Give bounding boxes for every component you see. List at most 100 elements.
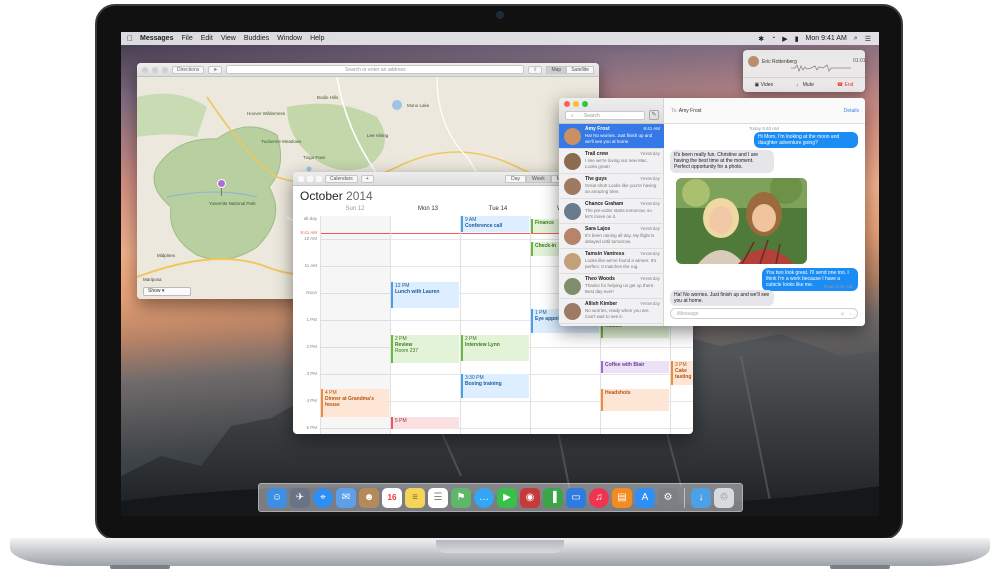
volume-icon[interactable]: ▶: [782, 35, 787, 43]
menu-buddies[interactable]: Buddies: [244, 35, 269, 42]
contacts-icon[interactable]: ☻: [359, 487, 379, 508]
event-title: Headshots: [605, 390, 631, 396]
conversation-name: Sara Lajos: [585, 226, 611, 232]
view-week[interactable]: Week: [526, 174, 551, 183]
audio-waveform: [791, 64, 851, 72]
location-arrow-icon[interactable]: ➤: [208, 65, 223, 74]
emoji-icon[interactable]: ☺: [840, 309, 845, 319]
zoom-icon[interactable]: [316, 175, 322, 182]
apple-menu-icon[interactable]: : [127, 34, 133, 43]
maps-icon[interactable]: ⚑: [451, 487, 471, 508]
end-call-button[interactable]: ☎ End: [837, 82, 854, 88]
minimize-icon[interactable]: [152, 66, 158, 73]
facetime-icon[interactable]: ▶: [497, 487, 517, 508]
close-icon[interactable]: [564, 101, 570, 107]
minimize-icon[interactable]: [307, 175, 313, 182]
itunes-icon[interactable]: ♫: [589, 487, 609, 508]
notes-icon[interactable]: ≡: [405, 487, 425, 508]
calendar-icon[interactable]: 16: [382, 487, 402, 508]
map-label-yosemite: Yosemite National Park: [209, 201, 256, 206]
trash-icon[interactable]: ♲: [714, 487, 734, 508]
numbers-icon[interactable]: ▐: [543, 487, 563, 508]
map-mode-map[interactable]: Map: [546, 65, 567, 74]
notification-center-icon[interactable]: ☰: [865, 35, 871, 43]
view-day[interactable]: Day: [505, 174, 526, 183]
directions-button[interactable]: Directions: [172, 65, 205, 74]
maps-search-input[interactable]: Search or enter an address: [226, 65, 525, 74]
map-show-popup[interactable]: Show ▾: [143, 287, 191, 296]
menu-view[interactable]: View: [221, 35, 236, 42]
finder-icon[interactable]: ☺: [267, 487, 287, 508]
safari-icon[interactable]: ⌖: [313, 487, 333, 508]
conversation-item[interactable]: Chance Graham Yesterday The pre-order star…: [559, 199, 664, 224]
share-icon[interactable]: ⇧: [528, 65, 543, 74]
video-button[interactable]: ▣ Video: [755, 82, 774, 88]
zoom-icon[interactable]: [582, 101, 588, 107]
day-header-sun[interactable]: Sun 12: [333, 206, 377, 212]
conversation-name: Trail crew: [585, 151, 609, 157]
event-cake[interactable]: 3 PM Cake tasting: [671, 361, 693, 385]
add-event-button[interactable]: +: [360, 174, 374, 183]
close-icon[interactable]: [298, 175, 304, 182]
event-coffee[interactable]: Coffee with Blair: [601, 361, 669, 373]
launchpad-icon[interactable]: ✈: [290, 487, 310, 508]
menu-edit[interactable]: Edit: [201, 35, 213, 42]
avatar: [564, 278, 581, 295]
downloads-folder-icon[interactable]: ↓: [691, 487, 711, 508]
map-pin-icon[interactable]: [217, 179, 226, 188]
app-menu[interactable]: Messages: [140, 35, 173, 42]
hour-3pm: 3 PM: [306, 371, 317, 376]
conversation-item[interactable]: Theo Woods Yesterday Thanks for helping us…: [559, 274, 664, 299]
system-preferences-icon[interactable]: ⚙: [658, 487, 678, 508]
event-review[interactable]: 2 PM Review Room 237: [391, 335, 459, 363]
calendars-button[interactable]: Calendars: [325, 174, 358, 183]
event-boxing[interactable]: 3:30 PM Boxing training: [461, 374, 529, 398]
event-finance[interactable]: Finance: [531, 219, 559, 233]
battery-icon[interactable]: ▮: [795, 35, 799, 43]
conversation-item[interactable]: Trail crew Yesterday I see we're loving ou…: [559, 149, 664, 174]
spotlight-icon[interactable]: ⌕: [854, 35, 858, 43]
mail-icon[interactable]: ✉: [336, 487, 356, 508]
compose-icon[interactable]: ✎: [649, 110, 659, 120]
conversation-item[interactable]: Sara Lajos Yesterday It's been raining all…: [559, 224, 664, 249]
reminders-icon[interactable]: ☰: [428, 487, 448, 508]
event-interview[interactable]: 2 PM Interview Lynn: [461, 335, 529, 361]
event-lunch[interactable]: 12 PM Lunch with Lauren: [391, 282, 459, 308]
ibooks-icon[interactable]: ▤: [612, 487, 632, 508]
photo-booth-icon[interactable]: ◉: [520, 487, 540, 508]
mute-button[interactable]: ♩ Mute: [796, 82, 814, 88]
close-icon[interactable]: [142, 66, 148, 73]
event-5pm[interactable]: 5 PM: [391, 417, 459, 429]
event-checkin[interactable]: Check-in: [531, 242, 559, 256]
conversation-item[interactable]: Allish Kimber Yesterday No worries, ready …: [559, 299, 664, 324]
event-conference-call[interactable]: 9 AM Conference call: [461, 216, 529, 232]
message-bubble-incoming[interactable]: Ha! No worries. Just finish up and we'll…: [670, 290, 774, 307]
event-dinner[interactable]: 4 PM Dinner at Grandma's house: [321, 389, 389, 417]
event-headshots[interactable]: Headshots: [601, 389, 669, 411]
day-header-mon[interactable]: Mon 13: [393, 206, 463, 212]
menu-window[interactable]: Window: [277, 35, 302, 42]
app-store-icon[interactable]: A: [635, 487, 655, 508]
minimize-icon[interactable]: [573, 101, 579, 107]
wifi-icon[interactable]: ◔: [771, 35, 775, 42]
bluetooth-icon[interactable]: ✱: [758, 35, 764, 43]
day-header-tue[interactable]: Tue 14: [463, 206, 533, 212]
imessage-input[interactable]: iMessage ☺ ♩: [670, 308, 858, 319]
microphone-icon[interactable]: ♩: [849, 309, 854, 319]
conversation-item[interactable]: Amy Frost 9:41 AM Ha! No worries. Just fin…: [559, 124, 664, 149]
keynote-icon[interactable]: ▭: [566, 487, 586, 508]
messages-icon[interactable]: …: [474, 487, 494, 508]
message-bubble-incoming[interactable]: It's been really fun. Christine and I ar…: [670, 150, 774, 173]
message-bubble-outgoing[interactable]: Hi Mom, I'm looking at the moon and daug…: [754, 132, 858, 149]
map-mode-satellite[interactable]: Satellite: [566, 65, 594, 74]
messages-search-input[interactable]: ⌕ Search: [565, 111, 645, 120]
menu-clock[interactable]: Mon 9:41 AM: [806, 35, 847, 42]
conversation-item[interactable]: Tamsin Vantress Yesterday Looks like we've…: [559, 249, 664, 274]
recipient-field[interactable]: To: Amy Frost: [671, 108, 702, 114]
conversation-item[interactable]: The guys Yesterday Great shot! Looks like …: [559, 174, 664, 199]
shared-photo[interactable]: [676, 178, 807, 264]
details-button[interactable]: Details: [844, 108, 859, 114]
menu-file[interactable]: File: [181, 35, 192, 42]
menu-help[interactable]: Help: [310, 35, 324, 42]
zoom-icon[interactable]: [162, 66, 168, 73]
